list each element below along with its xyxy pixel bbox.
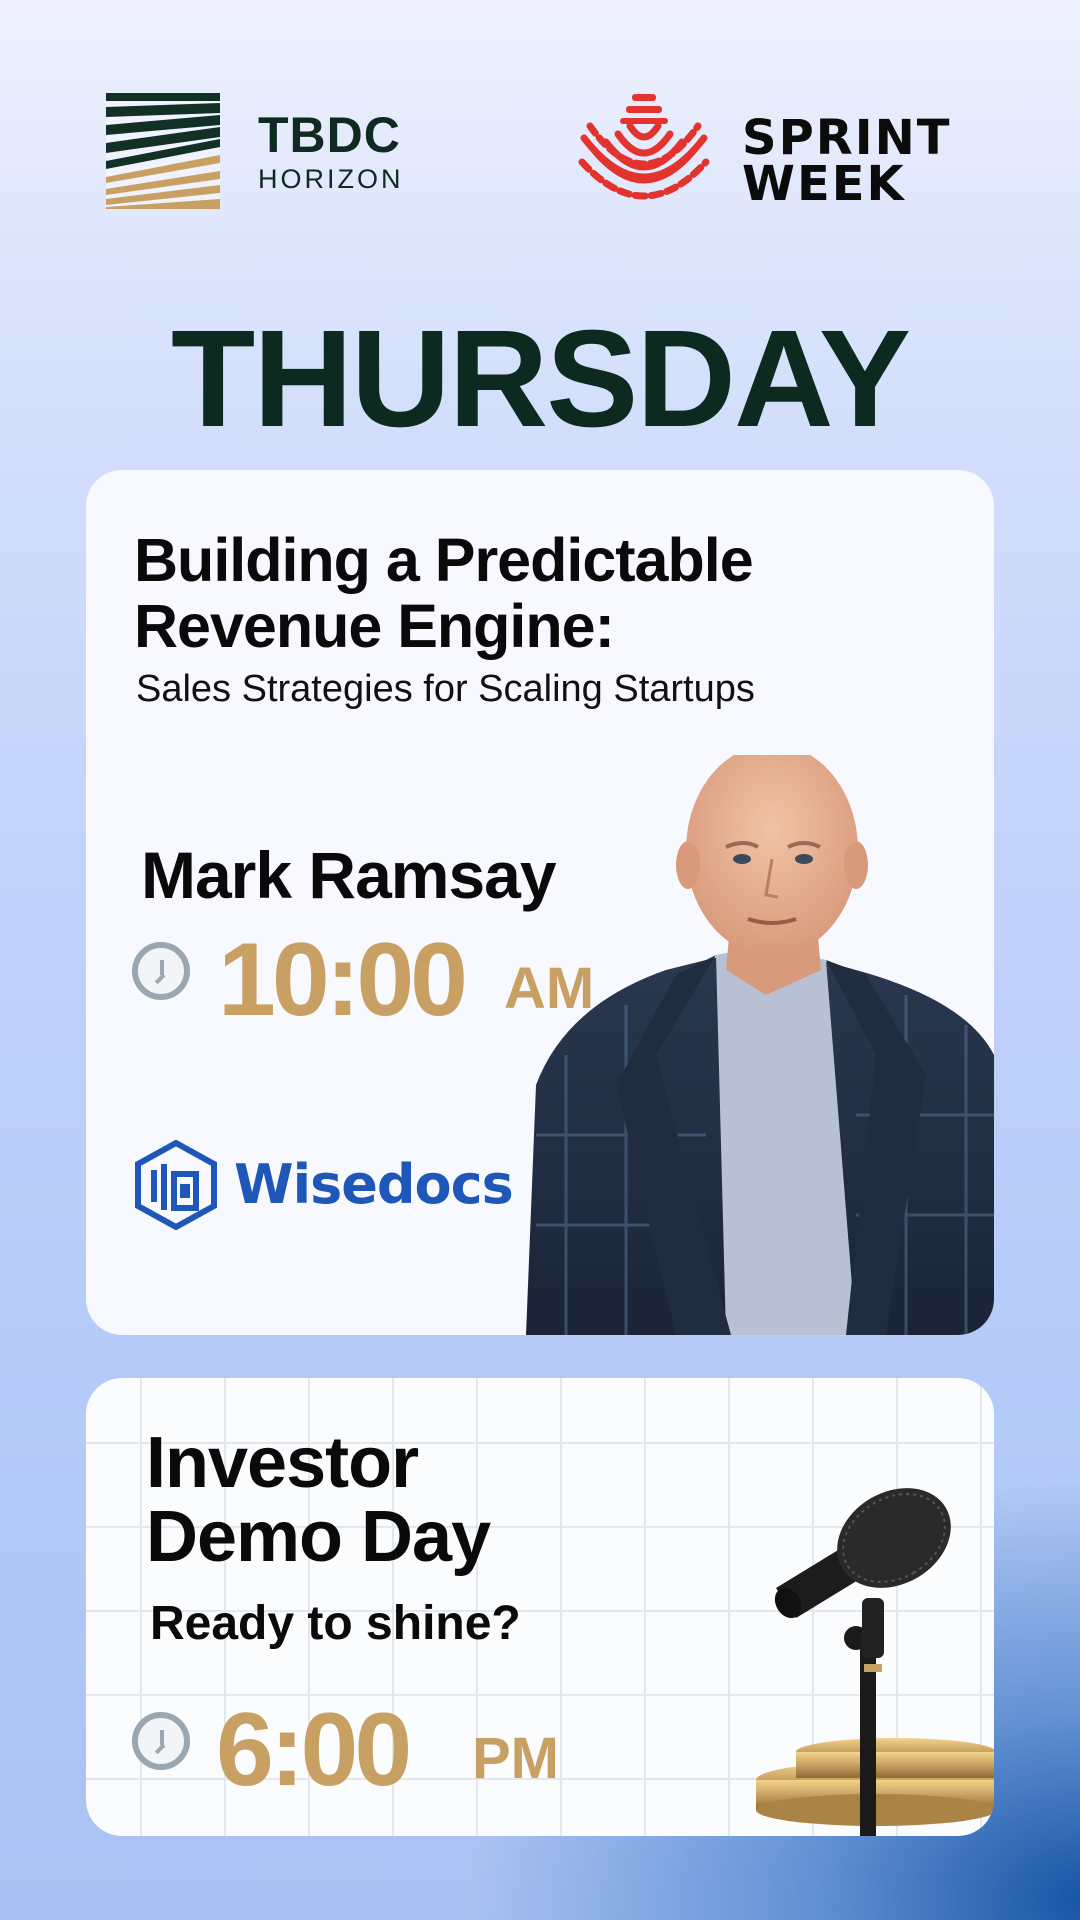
session-subtitle: Sales Strategies for Scaling Startups <box>136 668 755 710</box>
demo-day-subtitle: Ready to shine? <box>150 1597 521 1650</box>
microphone-icon <box>756 1488 994 1836</box>
day-title: THURSDAY <box>170 302 911 456</box>
demo-day-time: 6:00 <box>216 1692 412 1808</box>
session-card-demo-day: Investor Demo Day Ready to shine? 6:00 P… <box>86 1378 994 1836</box>
demo-day-period: PM <box>472 1726 559 1791</box>
tbdc-subtitle: HORIZON <box>258 164 404 194</box>
tbdc-horizon-logo-icon <box>106 93 220 209</box>
company-name: Wisedocs <box>234 1153 514 1216</box>
demo-day-title-line1: Investor <box>146 1423 419 1503</box>
session-title-line2: Revenue Engine: <box>134 591 615 660</box>
sprint-week-logo-icon <box>578 94 710 200</box>
demo-day-title: Investor Demo Day <box>146 1423 491 1578</box>
clock-icon <box>132 942 190 1000</box>
header: TBDC HORIZON SPRINT WEEK <box>0 0 1080 270</box>
wisedocs-logo-icon <box>135 1140 217 1230</box>
clock-icon <box>132 1712 190 1770</box>
week-title: WEEK <box>742 156 906 212</box>
speaker-name: Mark Ramsay <box>141 838 557 912</box>
tbdc-title: TBDC <box>258 107 401 163</box>
session-title-line1: Building a Predictable <box>134 526 754 594</box>
speaker-photo <box>526 755 994 1335</box>
session-time: 10:00 <box>218 922 468 1038</box>
session-card-sales: Building a Predictable Revenue Engine: S… <box>86 470 994 1335</box>
session-title: Building a Predictable Revenue Engine: <box>134 526 754 660</box>
demo-day-title-line2: Demo Day <box>146 1497 491 1578</box>
sprint-title: SPRINT <box>742 110 952 166</box>
